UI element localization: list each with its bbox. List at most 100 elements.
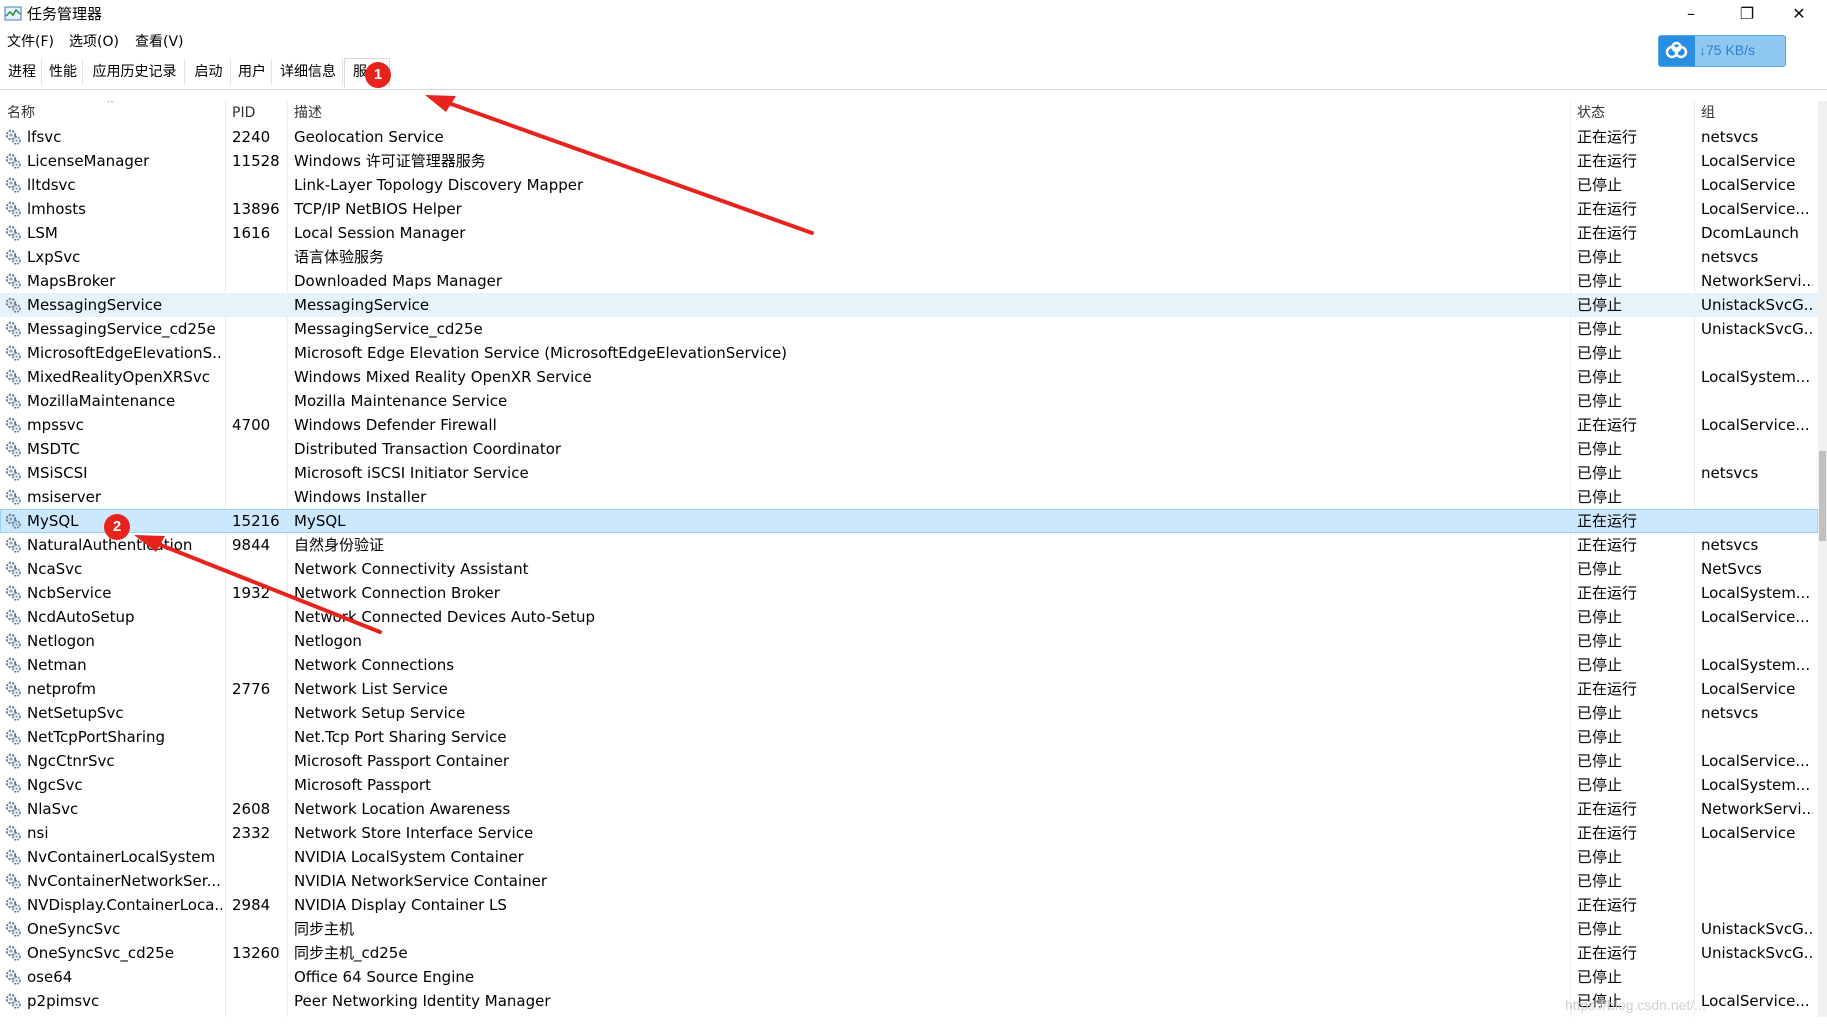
group-cell: UnistackSvcG... [1701,944,1813,962]
status-cell: 正在运行 [1577,944,1638,962]
table-row[interactable]: msiserver Windows Installer 已停止 [0,485,1818,509]
column-header-pid[interactable]: PID [232,104,255,122]
table-row[interactable]: LicenseManager 11528 Windows 许可证管理器服务 正在运行 L… [0,149,1818,173]
description-cell: 语言体验服务 [294,248,385,266]
table-row[interactable]: MessagingService MessagingService 已停止 Unist… [0,293,1818,317]
service-gear-icon [4,344,22,362]
table-row[interactable]: MessagingService_cd25e MessagingService_c… [0,317,1818,341]
description-cell: Windows 许可证管理器服务 [294,152,486,170]
table-row[interactable]: MicrosoftEdgeElevationS... Microsoft Edge… [0,341,1818,365]
table-row[interactable]: NgcSvc Microsoft Passport 已停止 LocalSystem..… [0,773,1818,797]
menu-options[interactable]: 选项(O) [69,30,119,54]
table-row[interactable]: lfsvc 2240 Geolocation Service 正在运行 netsvcs [0,125,1818,149]
tab-details[interactable]: 详细信息 [274,59,343,85]
service-name-cell: NcaSvc [27,560,83,578]
table-row[interactable]: NaturalAuthentication 9844 自然身份验证 正在运行 netsv… [0,533,1818,557]
table-row[interactable]: NlaSvc 2608 Network Location Awareness 正在运行… [0,797,1818,821]
service-name-cell: nsi [27,824,49,842]
table-row[interactable]: MixedRealityOpenXRSvc Windows Mixed Reali… [0,365,1818,389]
tab-users[interactable]: 用户 [233,59,272,85]
service-gear-icon [4,632,22,650]
table-row[interactable]: MozillaMaintenance Mozilla Maintenance Se… [0,389,1818,413]
service-name-cell: MSiSCSI [27,464,88,482]
table-row[interactable]: MSiSCSI Microsoft iSCSI Initiator Service… [0,461,1818,485]
table-row[interactable]: ose64 Office 64 Source Engine 已停止 [0,965,1818,989]
service-name-cell: Netlogon [27,632,95,650]
table-row[interactable]: MapsBroker Downloaded Maps Manager 已停止 Netw… [0,269,1818,293]
group-cell: NetSvcs [1701,560,1762,578]
table-row[interactable]: NcbService 1932 Network Connection Broker 正… [0,581,1818,605]
menu-view[interactable]: 查看(V) [135,30,184,54]
table-row[interactable]: LSM 1616 Local Session Manager 正在运行 DcomLaun… [0,221,1818,245]
service-gear-icon [4,512,22,530]
group-cell: LocalSystem... [1701,584,1811,602]
service-gear-icon [4,536,22,554]
annotation-badge-1: 1 [365,62,391,88]
table-row[interactable]: netprofm 2776 Network List Service 正在运行 Loca… [0,677,1818,701]
description-cell: Network Location Awareness [294,800,511,818]
service-name-cell: MixedRealityOpenXRSvc [27,368,210,386]
table-row[interactable]: NetSetupSvc Network Setup Service 已停止 netsv… [0,701,1818,725]
group-cell: netsvcs [1701,248,1759,266]
pid-cell: 2776 [232,680,271,698]
group-cell: LocalService... [1701,416,1810,434]
table-row[interactable]: NvContainerLocalSystem NVIDIA LocalSystem… [0,845,1818,869]
minimize-button[interactable]: – [1663,0,1719,28]
table-row[interactable]: p2pimsvc Peer Networking Identity Manager… [0,989,1818,1013]
table-row[interactable]: lltdsvc Link-Layer Topology Discovery Map… [0,173,1818,197]
table-row[interactable]: NgcCtnrSvc Microsoft Passport Container 已停… [0,749,1818,773]
close-button[interactable]: ✕ [1771,0,1827,28]
service-name-cell: lmhosts [27,200,86,218]
description-cell: NVIDIA Display Container LS [294,896,507,914]
service-gear-icon [4,656,22,674]
service-gear-icon [4,416,22,434]
description-cell: 同步主机 [294,920,355,938]
service-gear-icon [4,320,22,338]
column-header-description[interactable]: 描述 [294,104,322,122]
table-row[interactable]: OneSyncSvc 同步主机 已停止 UnistackSvcG... [0,917,1818,941]
table-row[interactable]: nsi 2332 Network Store Interface Service 正在… [0,821,1818,845]
table-row[interactable]: LxpSvc 语言体验服务 已停止 netsvcs [0,245,1818,269]
table-row[interactable]: NcaSvc Network Connectivity Assistant 已停止 N… [0,557,1818,581]
service-gear-icon [4,968,22,986]
column-header-name[interactable]: 名称 [7,104,35,122]
status-cell: 已停止 [1577,464,1623,482]
scrollbar-thumb[interactable] [1819,451,1826,541]
status-cell: 正在运行 [1577,536,1638,554]
table-row[interactable]: Netlogon Netlogon 已停止 [0,629,1818,653]
table-row[interactable]: NetTcpPortSharing Net.Tcp Port Sharing Se… [0,725,1818,749]
tab-processes[interactable]: 进程 [3,59,42,85]
table-row[interactable]: MSDTC Distributed Transaction Coordinator… [0,437,1818,461]
status-cell: 已停止 [1577,872,1623,890]
table-row[interactable]: NcdAutoSetup Network Connected Devices Au… [0,605,1818,629]
menu-file[interactable]: 文件(F) [7,30,54,54]
status-cell: 已停止 [1577,392,1623,410]
service-name-cell: ose64 [27,968,73,986]
service-gear-icon [4,896,22,914]
table-row[interactable]: NVDisplay.ContainerLoca... 2984 NVIDIA Dis… [0,893,1818,917]
table-row[interactable]: MySQL 15216 MySQL 正在运行 [0,509,1818,533]
table-row[interactable]: lmhosts 13896 TCP/IP NetBIOS Helper 正在运行 Loc… [0,197,1818,221]
service-name-cell: NgcSvc [27,776,83,794]
service-gear-icon [4,800,22,818]
table-row[interactable]: OneSyncSvc_cd25e 13260 同步主机_cd25e 正在运行 Unist… [0,941,1818,965]
group-cell: LocalService [1701,176,1796,194]
table-row[interactable]: mpssvc 4700 Windows Defender Firewall 正在运行 L… [0,413,1818,437]
tab-startup[interactable]: 启动 [187,59,231,85]
pid-cell: 2608 [232,800,271,818]
maximize-button[interactable]: ❐ [1719,0,1775,28]
service-gear-icon [4,680,22,698]
description-cell: MySQL [294,512,346,530]
description-cell: MessagingService [294,296,430,314]
service-gear-icon [4,872,22,890]
table-row[interactable]: NvContainerNetworkSer... NVIDIA NetworkSe… [0,869,1818,893]
column-header-group[interactable]: 组 [1701,104,1715,122]
description-cell: Distributed Transaction Coordinator [294,440,562,458]
tab-performance[interactable]: 性能 [44,59,83,85]
tab-app-history[interactable]: 应用历史记录 [85,59,185,85]
table-row[interactable]: Netman Network Connections 已停止 LocalSystem.… [0,653,1818,677]
group-cell: LocalService [1701,152,1796,170]
column-header-status[interactable]: 状态 [1577,104,1605,122]
description-cell: Downloaded Maps Manager [294,272,503,290]
vertical-scrollbar[interactable] [1818,101,1827,1017]
